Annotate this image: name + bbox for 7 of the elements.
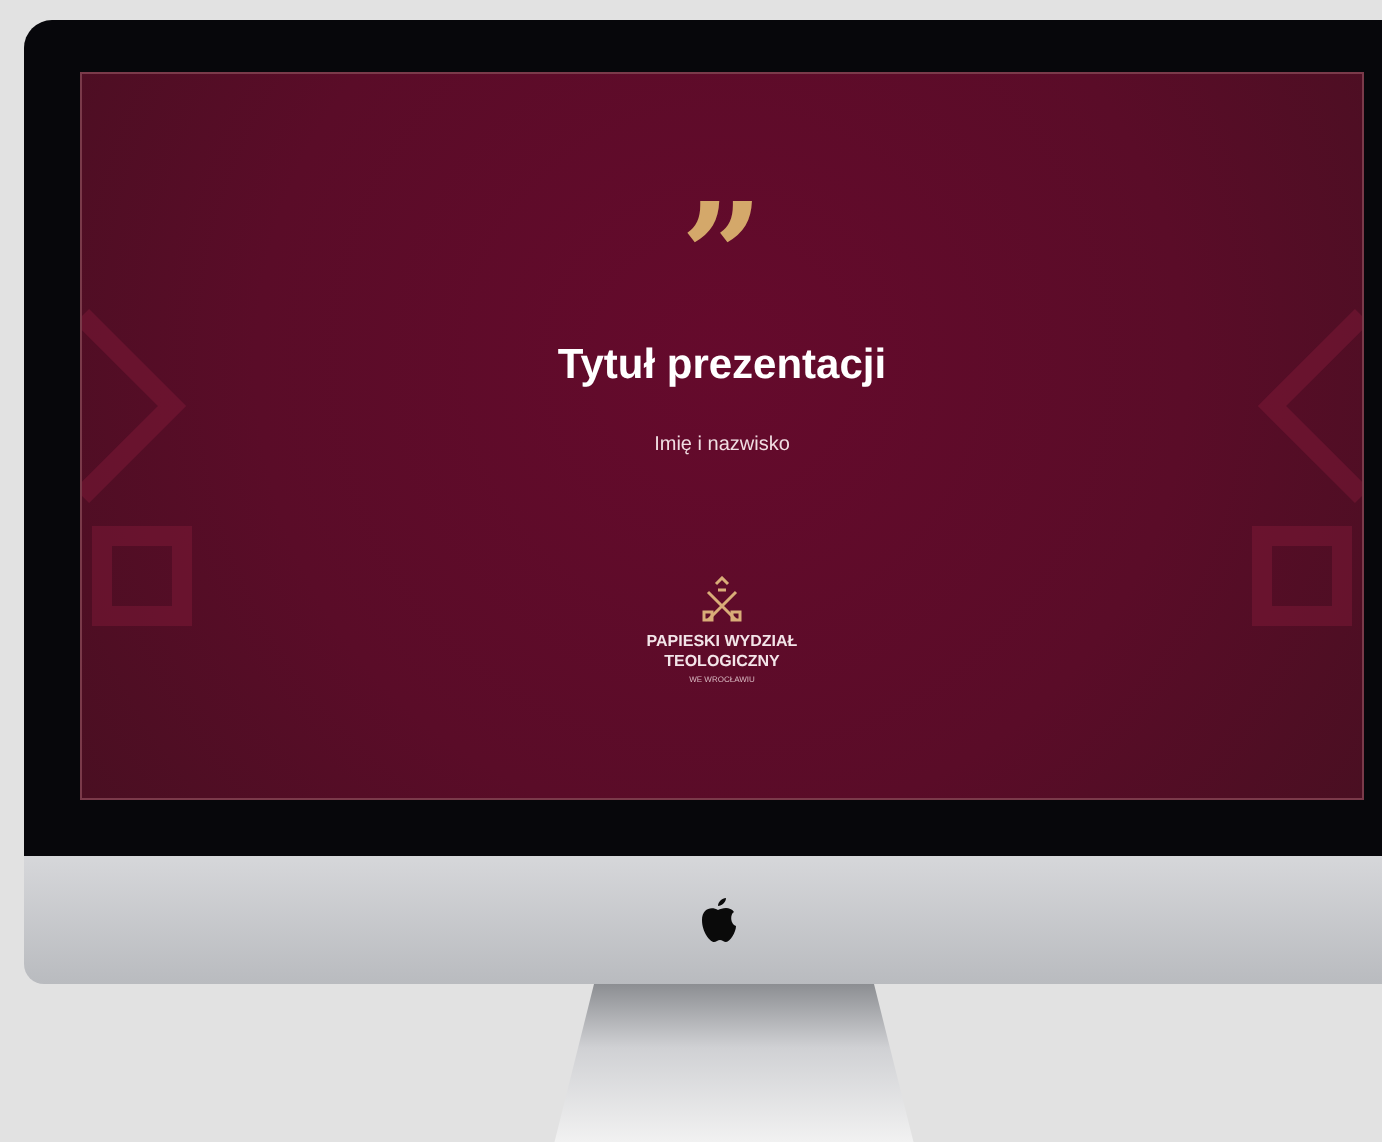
logo-text: TEOLOGICZNY [664, 651, 780, 672]
logo-text: PAPIESKI WYDZIAŁ [646, 631, 798, 652]
presenter-name: Imię i nazwisko [654, 431, 790, 460]
apple-icon [698, 896, 738, 944]
quote-mark: ” [680, 206, 764, 295]
crossed-keys-icon [700, 575, 744, 624]
slide-title: Tytuł prezentacji [557, 340, 887, 393]
